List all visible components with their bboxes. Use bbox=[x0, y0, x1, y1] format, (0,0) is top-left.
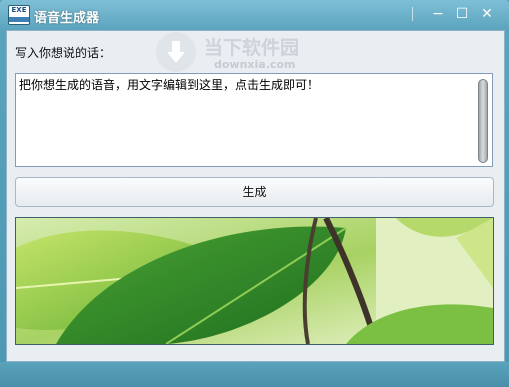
vertical-scrollbar[interactable] bbox=[476, 76, 490, 164]
watermark-url: downxia.com bbox=[214, 58, 296, 71]
app-document-icon: EXE bbox=[8, 5, 30, 25]
prompt-label: 写入你想说的话： bbox=[15, 46, 112, 60]
title-bar[interactable]: EXE 语音生成器 − ☐ ✕ bbox=[0, 0, 509, 30]
scrollbar-thumb[interactable] bbox=[478, 79, 488, 163]
green-leaves-photo bbox=[16, 218, 493, 344]
speech-text-value[interactable]: 把你想生成的语音，用文字编辑到这里，点击生成即可！ bbox=[19, 76, 319, 93]
download-arrow-icon bbox=[156, 32, 196, 72]
window-bottom-frame bbox=[0, 362, 509, 387]
client-area: 写入你想说的话： 把你想生成的语音，用文字编辑到这里，点击生成即可！ 生成 bbox=[6, 30, 505, 362]
generate-button[interactable]: 生成 bbox=[15, 177, 494, 207]
minimize-button[interactable]: − bbox=[427, 5, 449, 23]
maximize-button[interactable]: ☐ bbox=[451, 5, 473, 23]
title-separator bbox=[412, 7, 415, 21]
window-title: 语音生成器 bbox=[34, 11, 100, 26]
banner-image bbox=[15, 217, 494, 345]
speech-text-input[interactable]: 把你想生成的语音，用文字编辑到这里，点击生成即可！ bbox=[15, 73, 493, 167]
app-window: EXE 语音生成器 − ☐ ✕ 写入你想说的话： 把你想生成的语音，用文字编辑到… bbox=[0, 0, 509, 387]
close-button[interactable]: ✕ bbox=[476, 5, 498, 23]
watermark-text: 当下软件园 bbox=[204, 37, 300, 59]
app-icon-label: EXE bbox=[11, 6, 27, 14]
